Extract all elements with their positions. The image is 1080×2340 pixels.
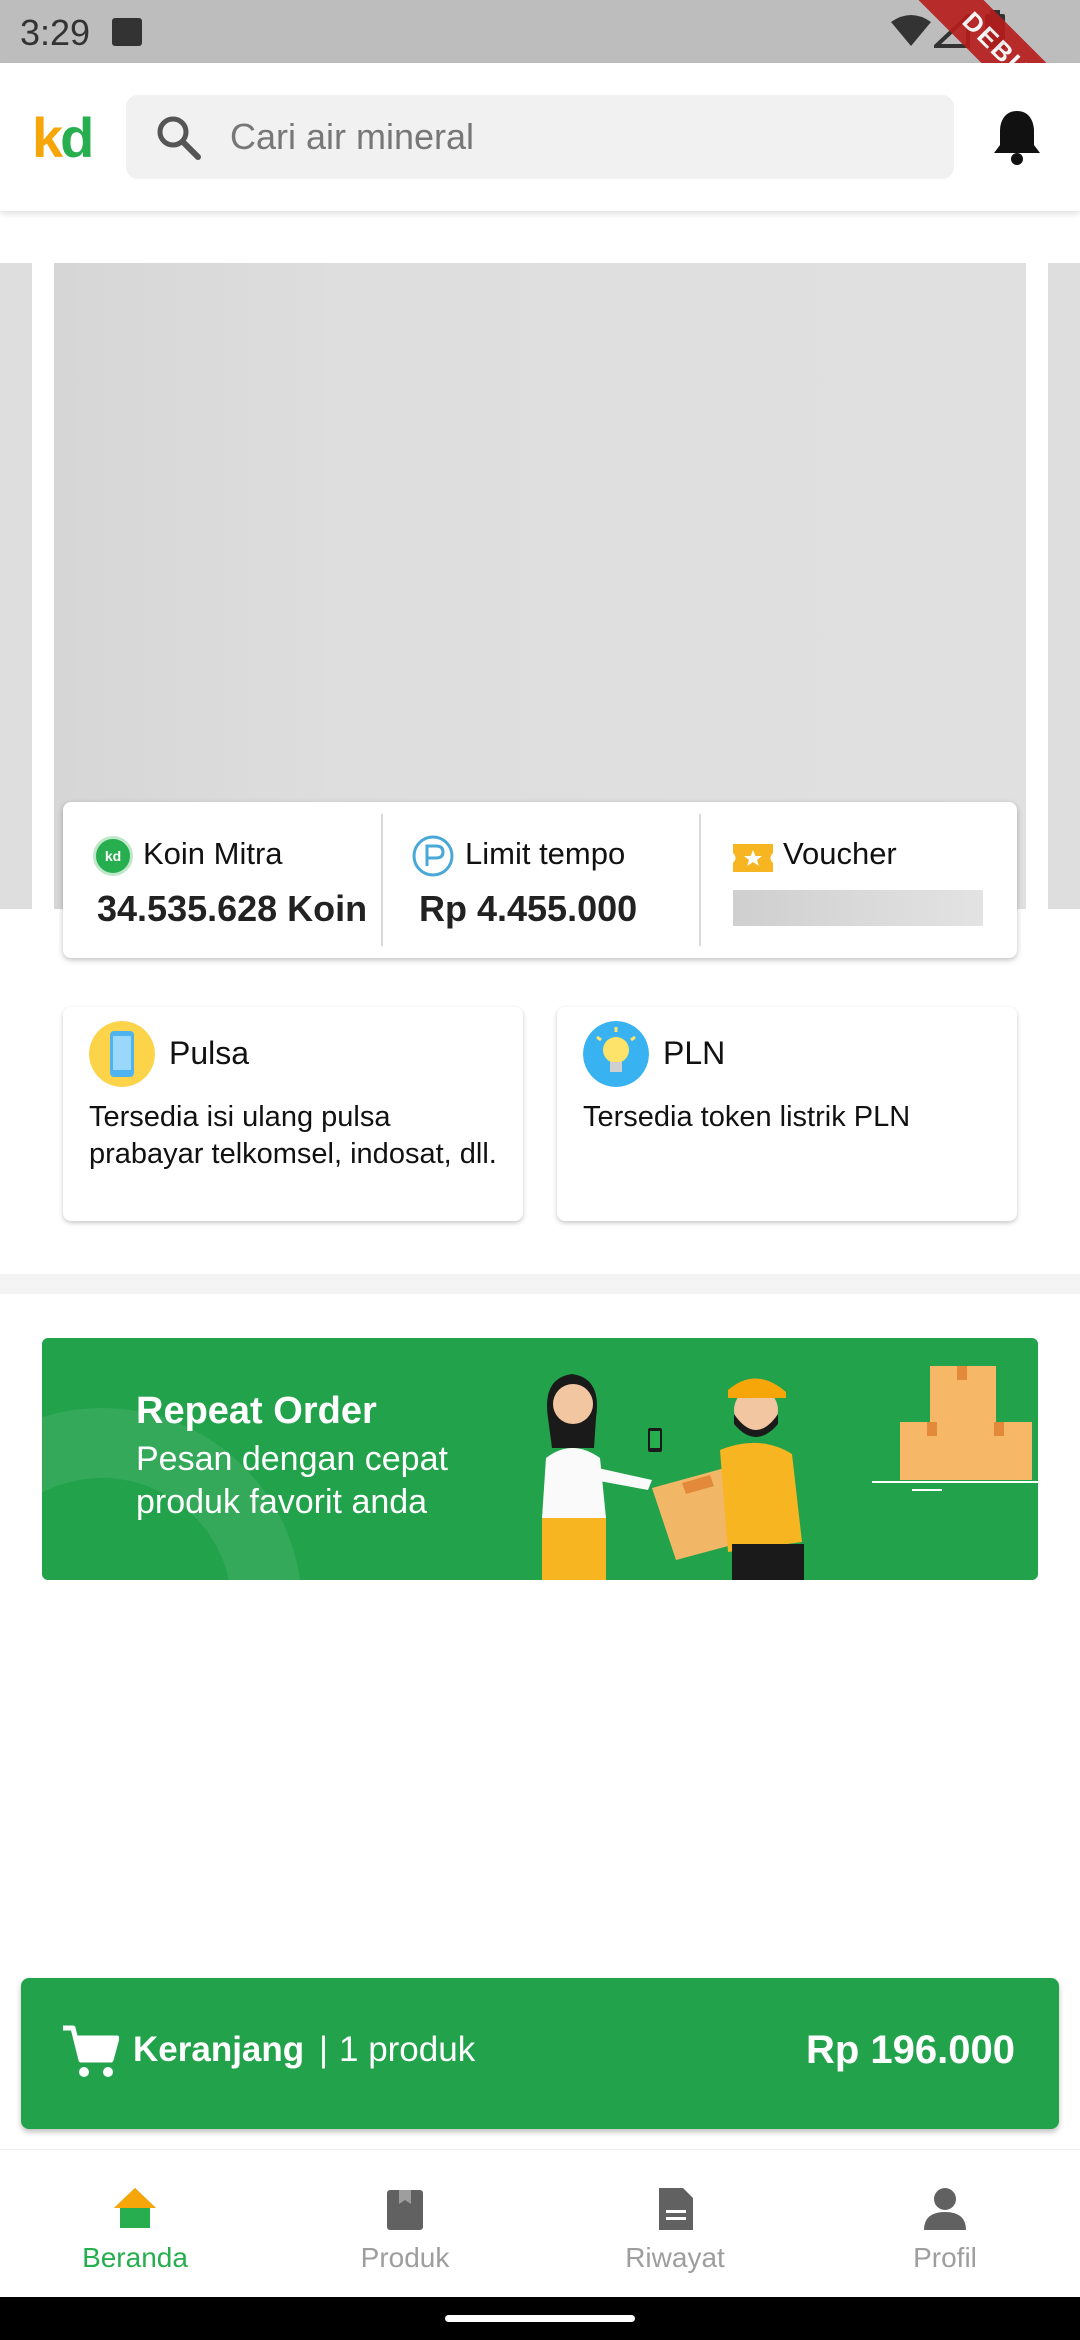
notification-bell-icon[interactable] — [990, 107, 1044, 167]
service-card-pln[interactable]: PLN Tersedia token listrik PLN — [557, 1007, 1017, 1221]
section-divider — [0, 1274, 1080, 1294]
system-navigation-bar — [0, 2297, 1080, 2340]
cart-separator: | — [319, 2030, 329, 2069]
logo-k: k — [32, 106, 63, 169]
search-input[interactable] — [230, 95, 930, 179]
limit-tempo-value: Rp 4.455.000 — [419, 888, 638, 929]
lightbulb-icon — [583, 1021, 649, 1087]
cart-item-count: 1 produk — [339, 2030, 476, 2069]
logo-d: d — [60, 106, 94, 169]
app-logo: kd — [32, 105, 94, 170]
nav-item-riwayat[interactable]: Riwayat — [540, 2150, 810, 2298]
status-time: 3:29 — [20, 12, 91, 53]
repeat-order-banner[interactable]: Repeat Order Pesan dengan cepat produk f… — [42, 1338, 1038, 1580]
shopping-cart-icon — [63, 2025, 119, 2077]
nav-label: Riwayat — [625, 2242, 725, 2273]
voucher-ticket-icon — [733, 844, 773, 872]
phone-icon — [89, 1021, 155, 1087]
nav-label: Produk — [360, 2242, 450, 2273]
box-icon — [387, 2190, 423, 2230]
cart-label: Keranjang — [133, 2030, 305, 2069]
voucher-title: Voucher — [783, 836, 897, 871]
service-title: Pulsa — [169, 1035, 250, 1071]
banner-title: Repeat Order — [136, 1390, 377, 1432]
nav-label: Profil — [913, 2242, 977, 2273]
notification-square-icon — [112, 18, 142, 46]
voucher-section[interactable]: Voucher — [701, 802, 1017, 958]
service-card-pulsa[interactable]: Pulsa Tersedia isi ulang pulsa prabayar … — [63, 1007, 523, 1221]
koin-icon: kd — [93, 836, 133, 876]
delivery-illustration — [542, 1366, 1038, 1580]
nav-item-produk[interactable]: Produk — [270, 2150, 540, 2298]
limit-tempo-icon — [412, 835, 454, 877]
status-bar: 3:29 — [0, 0, 1080, 63]
document-icon — [659, 2188, 693, 2230]
service-description: Tersedia token listrik PLN — [583, 1101, 911, 1133]
nav-item-beranda[interactable]: Beranda — [0, 2150, 270, 2298]
carousel-next-slide[interactable] — [1048, 263, 1080, 909]
nav-item-profil[interactable]: Profil — [810, 2150, 1080, 2298]
nav-label: Beranda — [82, 2242, 188, 2273]
account-summary-card: kd Koin Mitra 34.535.628 Koin Limit temp… — [63, 802, 1017, 958]
home-gesture-pill[interactable] — [445, 2315, 635, 2322]
home-icon — [114, 2188, 156, 2228]
cart-total-price: Rp 196.000 — [805, 2028, 1015, 2072]
service-description: Tersedia isi ulang pulsa prabayar telkom… — [89, 1101, 497, 1170]
wifi-icon — [891, 15, 931, 46]
voucher-loading-placeholder — [733, 890, 983, 926]
service-title: PLN — [663, 1035, 726, 1071]
koin-mitra-section[interactable]: kd Koin Mitra 34.535.628 Koin — [63, 802, 381, 958]
limit-tempo-title: Limit tempo — [465, 836, 626, 871]
search-icon — [157, 116, 201, 160]
app-bar: kd — [0, 63, 1080, 211]
limit-tempo-section[interactable]: Limit tempo Rp 4.455.000 — [383, 802, 699, 958]
bottom-navigation: Beranda Produk Riwayat Profil — [0, 2149, 1080, 2297]
carousel-prev-slide[interactable] — [0, 263, 32, 909]
banner-subtitle: Pesan dengan cepat produk favorit anda — [136, 1440, 448, 1521]
cart-summary-bar[interactable]: Keranjang | 1 produk Rp 196.000 — [21, 1978, 1059, 2129]
search-bar[interactable] — [126, 95, 954, 179]
koin-value: 34.535.628 Koin — [97, 888, 368, 929]
person-icon — [924, 2188, 966, 2230]
koin-title: Koin Mitra — [143, 836, 283, 871]
